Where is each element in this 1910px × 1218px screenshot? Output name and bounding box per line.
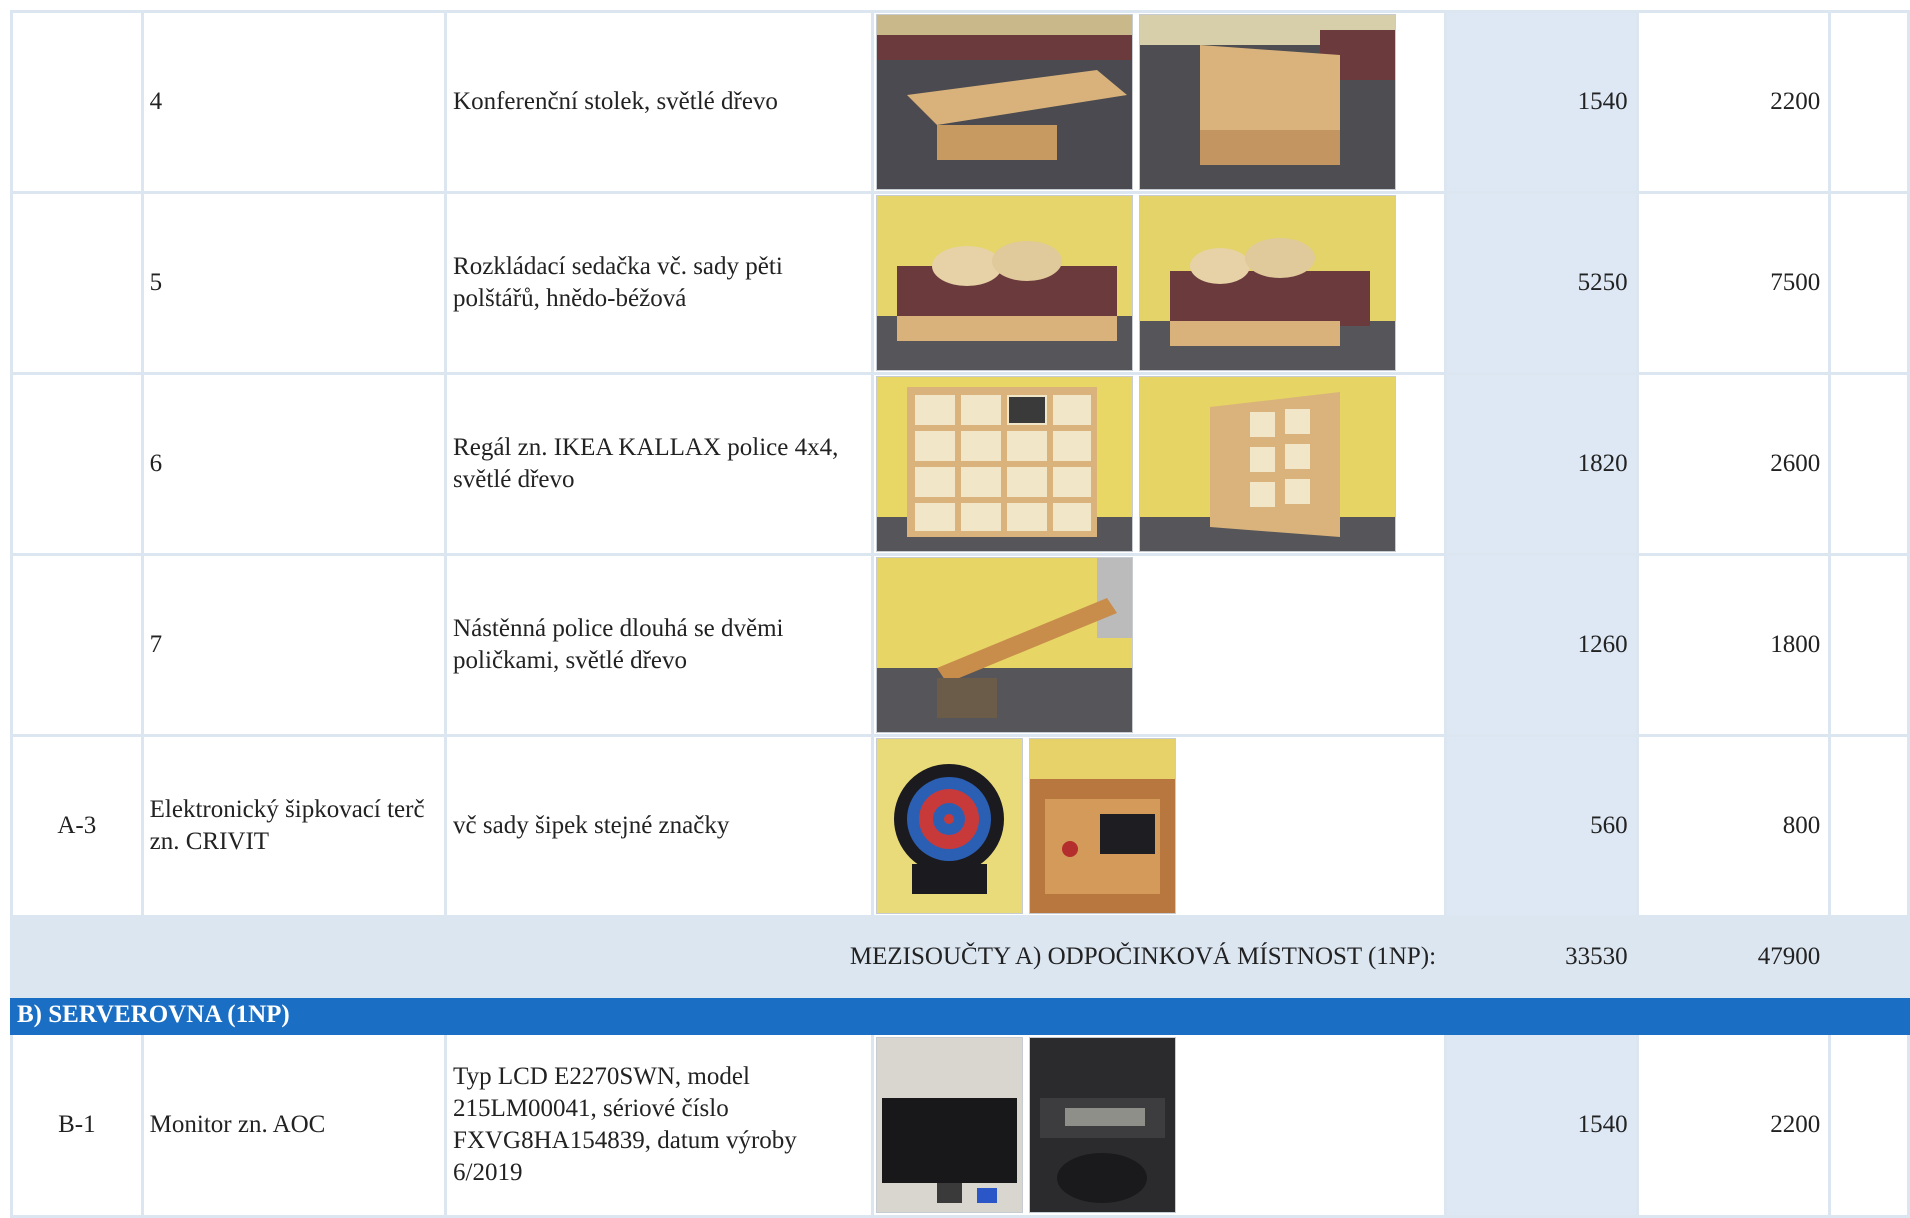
value-2: 1800 — [1635, 553, 1832, 737]
table-row: A-3 Elektronický šipkovací terč zn. CRIV… — [10, 734, 1910, 918]
empty-cell — [1828, 553, 1910, 737]
item-code — [10, 191, 144, 375]
spreadsheet-sheet: 4 Konferenční stolek, světlé dřevo 1540 … — [0, 0, 1910, 1218]
value-2: 7500 — [1635, 191, 1832, 375]
sofa-photo[interactable] — [1139, 195, 1397, 371]
value-2: 800 — [1635, 734, 1832, 918]
item-photos — [871, 372, 1448, 556]
value-1: 560 — [1444, 734, 1639, 918]
monitor-photo[interactable] — [1029, 1037, 1177, 1213]
table-row: 7 Nástěnná police dlouhá se dvěmi poličk… — [10, 553, 1910, 737]
item-photos — [871, 734, 1448, 918]
value-1: 1260 — [1444, 553, 1639, 737]
subtotal-value-2: 47900 — [1635, 915, 1832, 998]
item-photos — [871, 10, 1448, 194]
shelf-photo[interactable] — [1139, 376, 1397, 552]
item-description: Konferenční stolek, světlé dřevo — [444, 10, 875, 194]
dartboard-photo[interactable] — [1029, 738, 1177, 914]
item-name: 6 — [140, 372, 448, 556]
section-header-row: B) SERVEROVNA (1NP) — [10, 995, 1910, 1035]
item-code: B-1 — [10, 1032, 144, 1218]
section-title: B) SERVEROVNA (1NP) — [10, 995, 1910, 1035]
item-description: Regál zn. IKEA KALLAX police 4x4, světlé… — [444, 372, 875, 556]
item-name: Monitor zn. AOC — [140, 1032, 448, 1218]
value-1: 5250 — [1444, 191, 1639, 375]
item-code — [10, 372, 144, 556]
subtotal-row: MEZISOUČTY A) ODPOČINKOVÁ MÍSTNOST (1NP)… — [9, 915, 1910, 998]
item-photos — [871, 553, 1448, 737]
empty-cell — [1828, 734, 1910, 918]
item-code: A-3 — [10, 734, 144, 918]
sofa-photo[interactable] — [876, 195, 1134, 371]
item-photos — [871, 191, 1448, 375]
coffee-table-photo[interactable] — [876, 14, 1134, 190]
value-2: 2200 — [1635, 10, 1832, 194]
item-name: 5 — [140, 191, 448, 375]
empty-cell — [1828, 1032, 1910, 1218]
empty-cell — [1828, 191, 1910, 375]
inventory-table: 4 Konferenční stolek, světlé dřevo 1540 … — [9, 10, 1910, 1218]
monitor-photo[interactable] — [876, 1037, 1024, 1213]
table-row: 4 Konferenční stolek, světlé dřevo 1540 … — [10, 10, 1910, 194]
subtotal-value-1: 33530 — [1444, 915, 1639, 998]
subtotal-label: MEZISOUČTY A) ODPOČINKOVÁ MÍSTNOST (1NP)… — [9, 915, 1448, 998]
item-name: 4 — [140, 10, 448, 194]
value-1: 1540 — [1444, 10, 1639, 194]
item-photos — [871, 1032, 1448, 1218]
item-description: Nástěnná police dlouhá se dvěmi poličkam… — [444, 553, 875, 737]
item-name: 7 — [140, 553, 448, 737]
table-row: B-1 Monitor zn. AOC Typ LCD E2270SWN, mo… — [10, 1032, 1910, 1218]
empty-cell — [1828, 915, 1910, 998]
item-description: vč sady šipek stejné značky — [444, 734, 875, 918]
table-row: 6 Regál zn. IKEA KALLAX police 4x4, svět… — [10, 372, 1910, 556]
item-description: Typ LCD E2270SWN, model 215LM00041, séri… — [444, 1032, 875, 1218]
coffee-table-photo[interactable] — [1139, 14, 1397, 190]
wall-shelf-photo[interactable] — [876, 557, 1134, 733]
value-1: 1540 — [1444, 1032, 1639, 1218]
item-name: Elektronický šipkovací terč zn. CRIVIT — [140, 734, 448, 918]
item-description: Rozkládací sedačka vč. sady pěti polštář… — [444, 191, 875, 375]
dartboard-photo[interactable] — [876, 738, 1024, 914]
empty-cell — [1828, 372, 1910, 556]
table-row: 5 Rozkládací sedačka vč. sady pěti polšt… — [10, 191, 1910, 375]
value-2: 2600 — [1635, 372, 1832, 556]
shelf-photo[interactable] — [876, 376, 1134, 552]
item-code — [10, 10, 144, 194]
value-1: 1820 — [1444, 372, 1639, 556]
value-2: 2200 — [1635, 1032, 1832, 1218]
empty-cell — [1828, 10, 1910, 194]
item-code — [10, 553, 144, 737]
